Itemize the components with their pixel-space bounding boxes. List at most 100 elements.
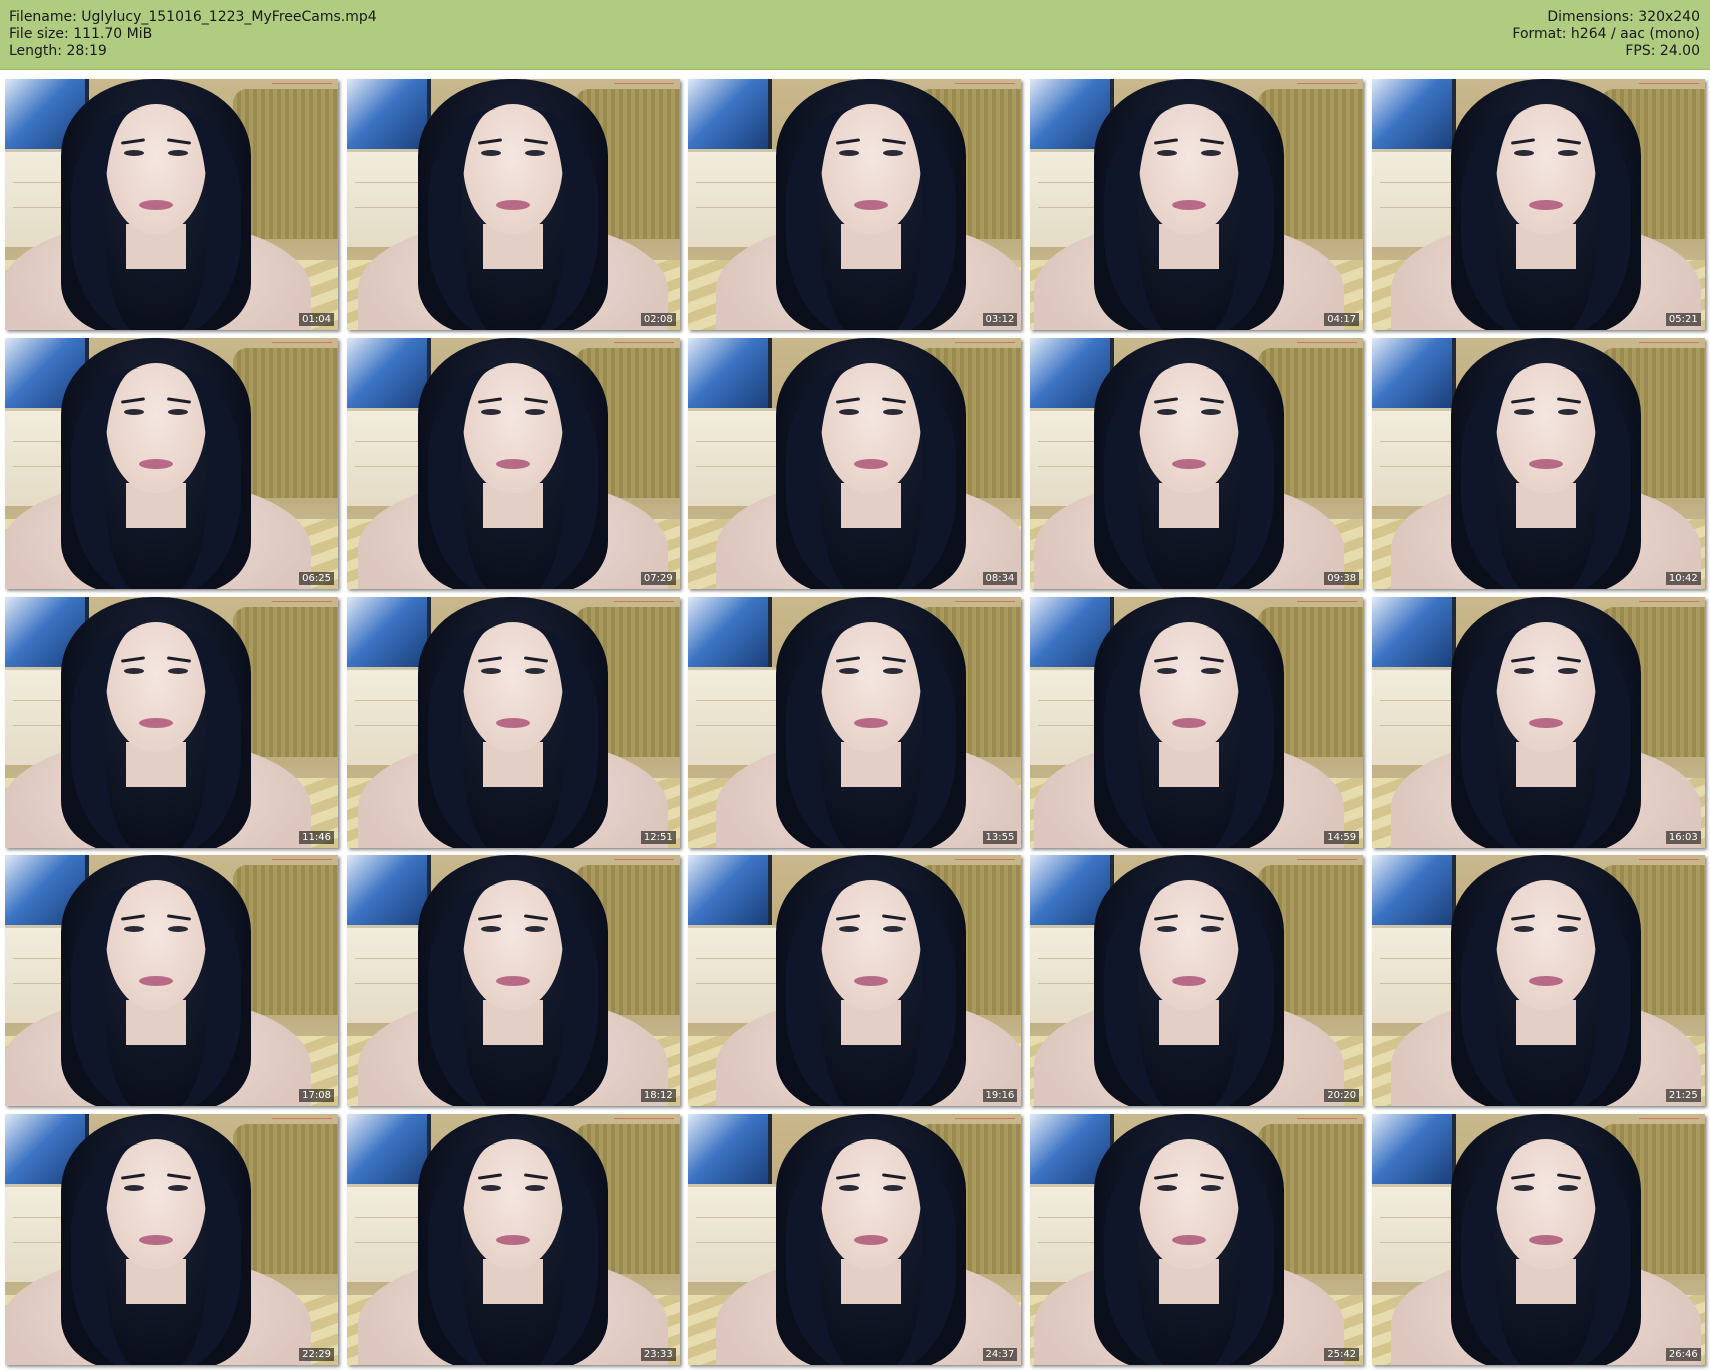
video-frame-thumbnail[interactable]: 08:34 [688, 337, 1022, 589]
background-tv [688, 79, 773, 153]
thumbnail-timestamp: 05:21 [1665, 313, 1701, 326]
watermark [272, 859, 332, 868]
video-frame-thumbnail[interactable]: 05:21 [1371, 79, 1705, 330]
video-frame-thumbnail[interactable]: 21:25 [1371, 855, 1705, 1107]
watermark [272, 600, 332, 610]
person-hair-front [1103, 1144, 1274, 1366]
watermark [1297, 859, 1358, 868]
person-hair-front [428, 367, 599, 589]
thumbnail-timestamp: 08:34 [982, 571, 1018, 585]
video-frame-thumbnail[interactable]: 03:12 [688, 79, 1022, 330]
background-tv [688, 1114, 773, 1189]
thumbnail-timestamp: 21:25 [1665, 1089, 1701, 1103]
video-frame-thumbnail[interactable]: 13:55 [688, 596, 1022, 848]
background-tv [688, 855, 773, 930]
person-hair-front [1103, 626, 1274, 848]
person-hair-front [1461, 109, 1632, 330]
video-frame-thumbnail[interactable]: 12:51 [346, 596, 680, 848]
filesize-text: File size: 111.70 MiB [9, 26, 153, 42]
person-hair-front [428, 1144, 599, 1366]
background-tv [1371, 79, 1456, 153]
background-tv [346, 337, 431, 412]
thumbnail-timestamp: 20:20 [1324, 1089, 1360, 1103]
person-hair-front [70, 1144, 241, 1366]
video-frame-thumbnail[interactable]: 02:08 [346, 79, 680, 330]
video-frame-thumbnail[interactable]: 10:42 [1371, 337, 1705, 589]
video-frame-thumbnail[interactable]: 06:25 [5, 337, 338, 589]
video-frame-thumbnail[interactable]: 24:37 [688, 1114, 1022, 1366]
background-tv [688, 337, 773, 412]
person-hair-front [785, 367, 956, 589]
video-frame-thumbnail[interactable]: 20:20 [1030, 855, 1364, 1107]
video-frame-thumbnail[interactable]: 11:46 [5, 596, 338, 848]
background-tv [346, 79, 431, 153]
background-tv [1371, 337, 1456, 412]
file-info-left: Filename: Uglylucy_151016_1223_MyFreeCam… [9, 9, 377, 60]
watermark [272, 83, 332, 92]
background-tv [1371, 1114, 1456, 1189]
person-hair-front [1103, 109, 1274, 330]
watermark [272, 1118, 332, 1127]
video-frame-thumbnail[interactable]: 04:17 [1030, 79, 1364, 330]
video-frame-thumbnail[interactable]: 01:04 [5, 79, 338, 330]
watermark [1297, 1118, 1358, 1127]
thumbnail-timestamp: 07:29 [640, 571, 676, 585]
background-tv [346, 855, 431, 930]
person-hair-front [70, 109, 241, 330]
video-frame-thumbnail[interactable]: 25:42 [1030, 1114, 1364, 1366]
background-tv [346, 1114, 431, 1189]
watermark [1297, 83, 1358, 92]
file-info-right: Dimensions: 320x240 Format: h264 / aac (… [1512, 9, 1700, 60]
thumbnail-grid: 01:04 02:08 03:12 04:17 05:21 06:25 07:2… [5, 79, 1705, 1366]
thumbnail-timestamp: 19:16 [982, 1089, 1018, 1103]
watermark [272, 341, 332, 351]
person-hair-front [785, 626, 956, 848]
watermark [955, 341, 1016, 351]
video-frame-thumbnail[interactable]: 23:33 [346, 1114, 680, 1366]
thumbnail-timestamp: 10:42 [1665, 571, 1701, 585]
video-frame-thumbnail[interactable]: 22:29 [5, 1114, 338, 1366]
person-hair-front [1461, 367, 1632, 589]
thumbnail-timestamp: 11:46 [299, 830, 334, 844]
fps-text: FPS: 24.00 [1625, 43, 1700, 59]
person-hair-front [428, 109, 599, 330]
thumbnail-timestamp: 02:08 [640, 313, 676, 326]
thumbnail-timestamp: 04:17 [1324, 313, 1360, 326]
background-tv [688, 596, 773, 671]
format-text: Format: h264 / aac (mono) [1512, 26, 1700, 42]
watermark [1638, 83, 1699, 92]
person-hair-front [1461, 1144, 1632, 1366]
filename-text: Filename: Uglylucy_151016_1223_MyFreeCam… [9, 9, 377, 25]
watermark [955, 600, 1016, 610]
background-tv [346, 596, 431, 671]
watermark [955, 859, 1016, 868]
watermark [955, 83, 1016, 92]
video-frame-thumbnail[interactable]: 09:38 [1030, 337, 1364, 589]
thumbnail-timestamp: 24:37 [982, 1348, 1018, 1362]
person-hair-front [428, 626, 599, 848]
person-hair-front [70, 367, 241, 589]
person-hair-front [1461, 885, 1632, 1107]
video-frame-thumbnail[interactable]: 19:16 [688, 855, 1022, 1107]
video-frame-thumbnail[interactable]: 26:46 [1371, 1114, 1705, 1366]
watermark [1297, 341, 1358, 351]
contact-sheet-header: Filename: Uglylucy_151016_1223_MyFreeCam… [0, 0, 1710, 70]
person-hair-front [70, 626, 241, 848]
thumbnail-timestamp: 26:46 [1665, 1348, 1701, 1362]
thumbnail-timestamp: 01:04 [299, 313, 334, 326]
person-hair-front [70, 885, 241, 1107]
background-tv [1371, 855, 1456, 930]
video-frame-thumbnail[interactable]: 14:59 [1030, 596, 1364, 848]
watermark [613, 341, 674, 351]
watermark [613, 1118, 674, 1127]
watermark [613, 600, 674, 610]
video-frame-thumbnail[interactable]: 16:03 [1371, 596, 1705, 848]
video-frame-thumbnail[interactable]: 18:12 [346, 855, 680, 1107]
video-frame-thumbnail[interactable]: 17:08 [5, 855, 338, 1107]
video-frame-thumbnail[interactable]: 07:29 [346, 337, 680, 589]
thumbnail-timestamp: 13:55 [982, 830, 1018, 844]
watermark [1297, 600, 1358, 610]
watermark [1638, 600, 1699, 610]
watermark [1638, 859, 1699, 868]
person-hair-front [428, 885, 599, 1107]
